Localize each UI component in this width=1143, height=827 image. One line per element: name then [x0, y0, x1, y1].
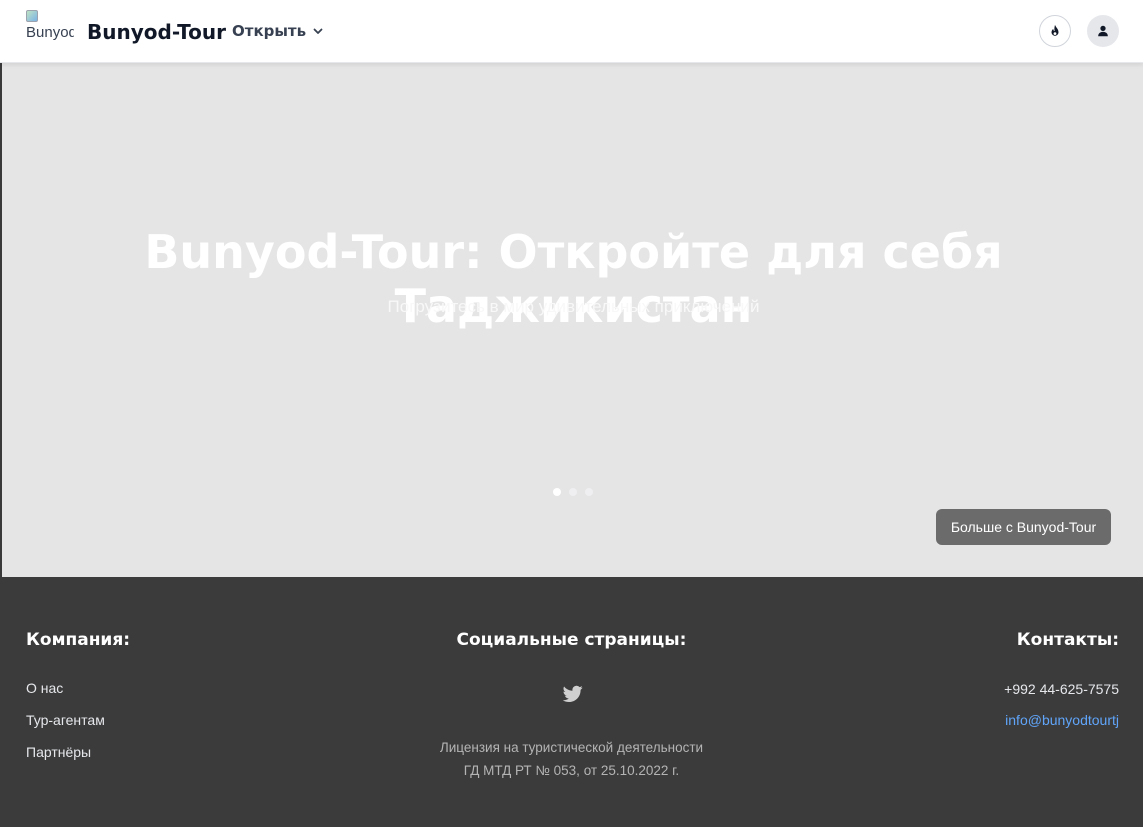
top-navbar: Bunyod Bunyod-Tour Открыть: [0, 0, 1143, 63]
footer: Компания: О нас Тур-агентам Партнёры Соц…: [0, 577, 1143, 827]
logo-image[interactable]: Bunyod: [26, 10, 74, 50]
carousel-dot-3[interactable]: [585, 488, 593, 496]
contacts-heading: Контакты:: [1016, 630, 1119, 650]
user-icon: [1098, 25, 1108, 37]
email-link[interactable]: info@bunyodtourtj: [1005, 712, 1119, 728]
open-menu-dropdown[interactable]: Открыть: [232, 22, 324, 40]
social-heading: Социальные страницы:: [456, 630, 687, 650]
carousel-dot-2[interactable]: [569, 488, 577, 496]
hero-banner: Bunyod-Tour: Откройте для себя Таджикист…: [0, 63, 1143, 577]
twitter-icon[interactable]: [563, 685, 583, 703]
phone-link[interactable]: +992 44-625-7575: [1004, 681, 1119, 697]
open-menu-label: Открыть: [232, 22, 307, 40]
hero-subtitle: Погрузитесь в мир удивительных приключен…: [387, 297, 760, 316]
carousel-dot-1[interactable]: [553, 488, 561, 496]
fire-icon: [1051, 24, 1059, 36]
footer-link-about[interactable]: О нас: [26, 680, 63, 696]
logo-alt-text: Bunyod: [26, 24, 74, 41]
more-with-bunyod-button[interactable]: Больше с Bunyod-Tour: [936, 509, 1111, 545]
carousel-indicators: [553, 488, 593, 496]
user-profile-button[interactable]: [1087, 15, 1119, 47]
broken-image-icon: [26, 10, 38, 22]
license-text-line-1: Лицензия на туристической деятельности: [439, 740, 704, 755]
license-text-line-2: ГД МТД РТ № 053, от 25.10.2022 г.: [463, 763, 680, 778]
brand-name[interactable]: Bunyod-Tour: [87, 20, 226, 44]
footer-link-tour-agents[interactable]: Тур-агентам: [26, 712, 105, 728]
hot-tours-button[interactable]: [1039, 15, 1071, 47]
chevron-down-icon: [313, 28, 323, 34]
